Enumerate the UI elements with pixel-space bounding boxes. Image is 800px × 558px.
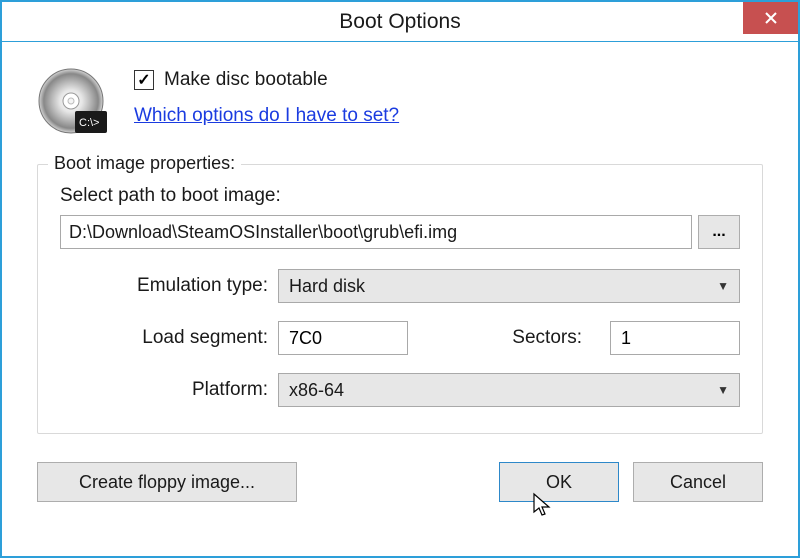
platform-select[interactable]: x86-64 ▼ [278,373,740,407]
dialog-content: C:\> Make disc bootable Which options do… [2,42,798,522]
segment-sectors-row: Sectors: [278,321,740,355]
platform-value: x86-64 [289,380,344,401]
path-label: Select path to boot image: [60,185,740,207]
cancel-button[interactable]: Cancel [633,462,763,502]
disc-icon: C:\> [37,67,109,139]
group-legend: Boot image properties: [48,153,241,174]
platform-label: Platform: [88,379,268,401]
emulation-type-select[interactable]: Hard disk ▼ [278,269,740,303]
svg-text:C:\>: C:\> [79,117,99,129]
boot-image-properties-group: Boot image properties: Select path to bo… [37,164,763,434]
sectors-label: Sectors: [512,327,582,349]
ok-button[interactable]: OK [499,462,619,502]
close-icon [765,12,777,24]
load-segment-input[interactable] [278,321,408,355]
bootable-checkbox-row: Make disc bootable [134,69,399,91]
path-row: ... [60,215,740,249]
create-floppy-button[interactable]: Create floppy image... [37,462,297,502]
bootable-checkbox[interactable] [134,70,154,90]
chevron-down-icon: ▼ [717,279,729,293]
header-controls: Make disc bootable Which options do I ha… [134,67,399,127]
boot-options-dialog: Boot Options [0,0,800,558]
bootable-checkbox-label: Make disc bootable [164,69,328,91]
titlebar: Boot Options [2,2,798,42]
sectors-input[interactable] [610,321,740,355]
help-link[interactable]: Which options do I have to set? [134,105,399,127]
window-title: Boot Options [339,10,460,34]
properties-grid: Emulation type: Hard disk ▼ Load segment… [60,269,740,407]
close-button[interactable] [743,2,798,34]
header-row: C:\> Make disc bootable Which options do… [37,67,763,139]
emulation-type-value: Hard disk [289,276,365,297]
browse-button[interactable]: ... [698,215,740,249]
chevron-down-icon: ▼ [717,383,729,397]
boot-image-path-input[interactable] [60,215,692,249]
load-segment-label: Load segment: [88,327,268,349]
button-bar: Create floppy image... OK Cancel [37,462,763,502]
emulation-type-label: Emulation type: [88,275,268,297]
